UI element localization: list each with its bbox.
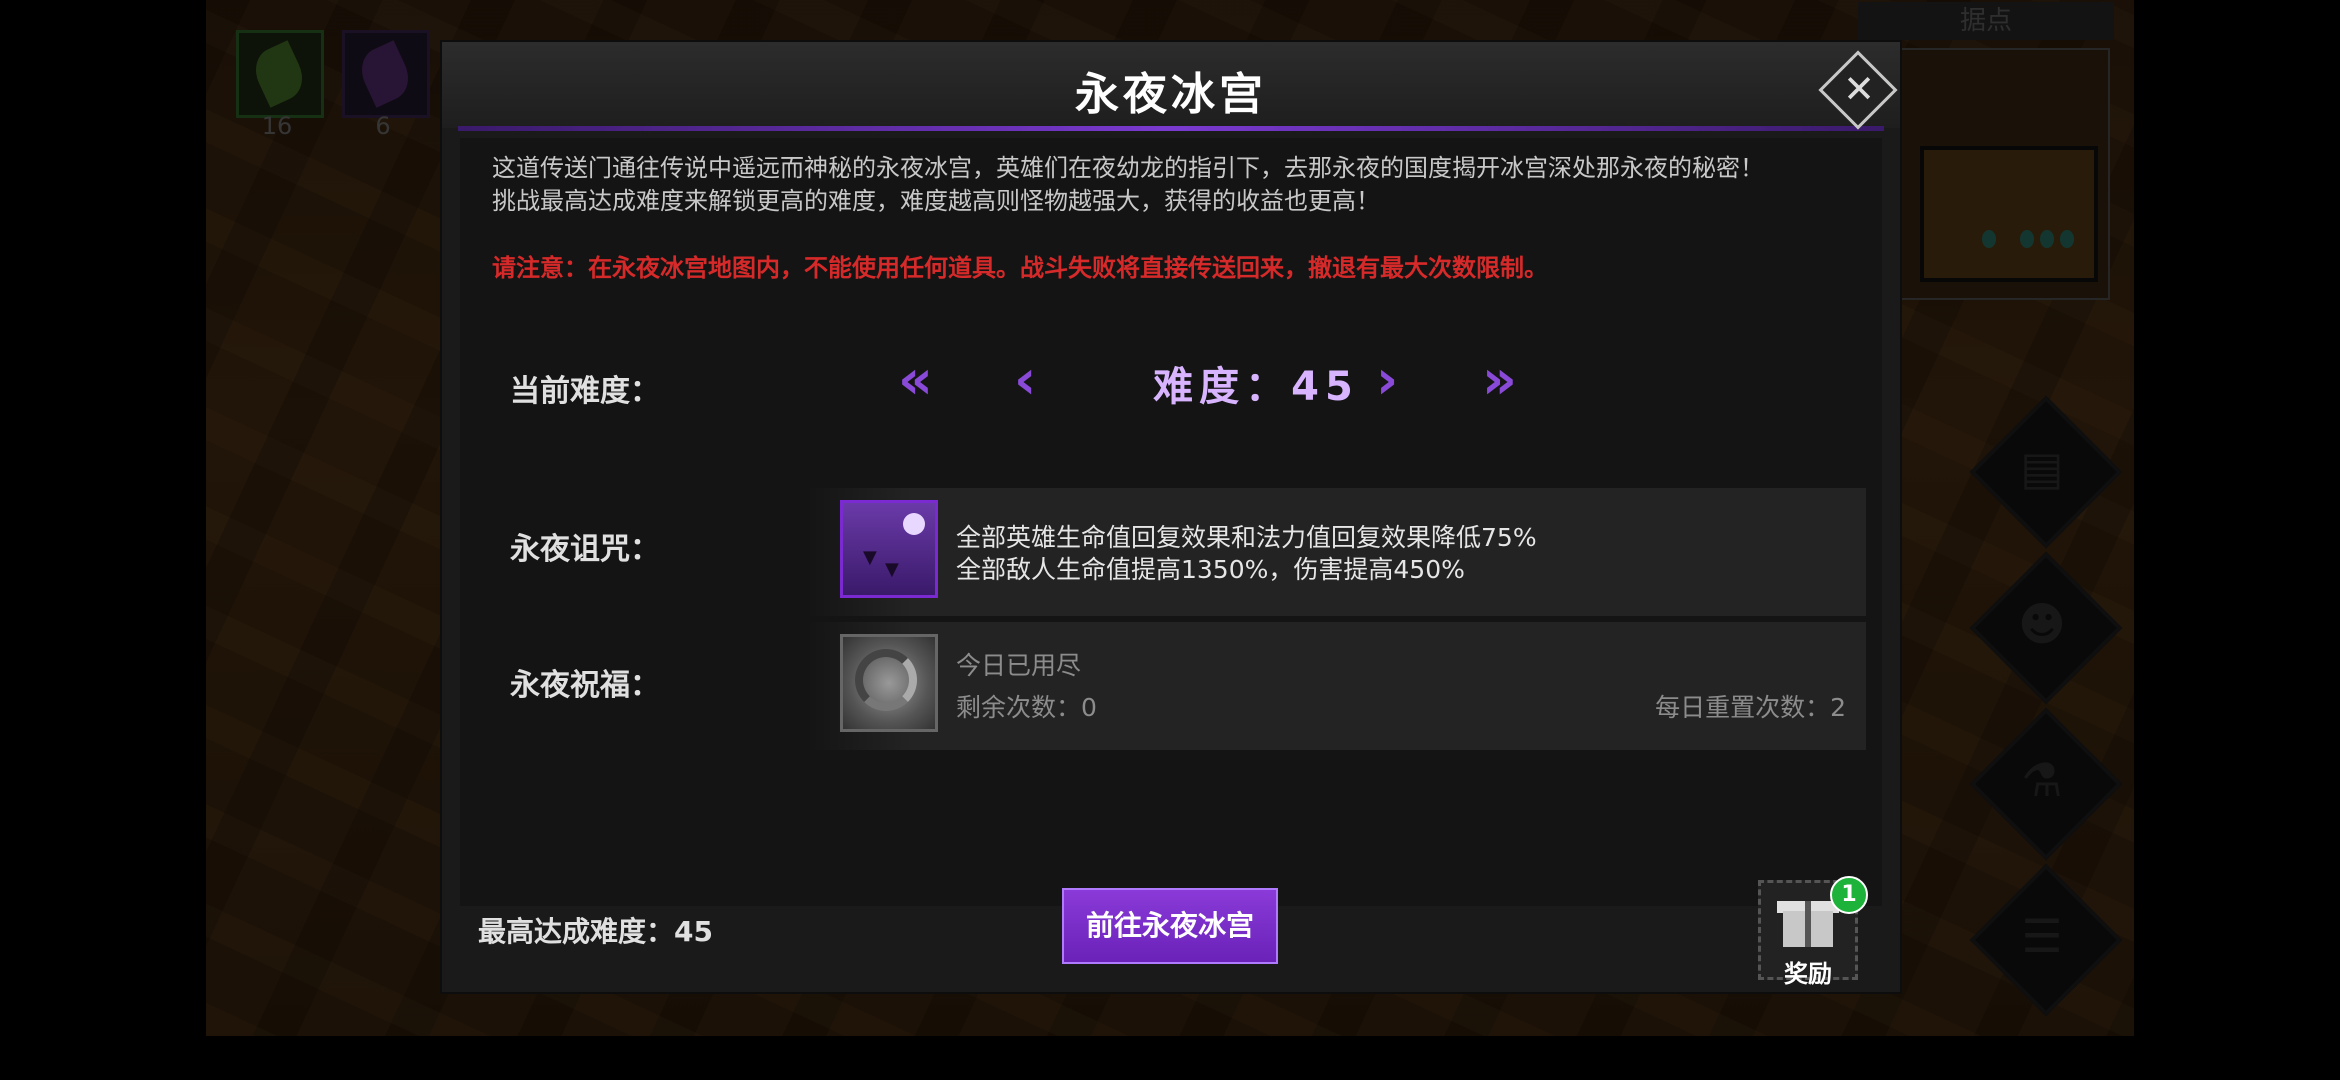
blessing-label: 永夜祝福：: [510, 668, 660, 703]
warning-text: 请注意：在永夜冰宫地图内，不能使用任何道具。战斗失败将直接传送回来，撤退有最大次…: [492, 254, 1548, 282]
curse-row: 永夜诅咒： ▼ ▼ 全部英雄生命值回复效果和法力值回复效果降低75% 全部敌人生…: [476, 488, 1866, 616]
enter-button-label: 前往永夜冰宫: [1085, 909, 1254, 942]
blessing-icon[interactable]: [840, 634, 938, 732]
close-icon[interactable]: ✕: [1834, 64, 1884, 114]
curse-effect-1: 全部英雄生命值回复效果和法力值回复效果降低75%: [956, 523, 1537, 552]
difficulty-label: 当前难度：: [510, 374, 660, 409]
bat-icon: ▼: [863, 547, 877, 568]
difficulty-last-button[interactable]: »: [1482, 348, 1517, 411]
max-difficulty: 最高达成难度：45: [478, 915, 713, 948]
difficulty-row: 当前难度： « ‹ 难度：45 › »: [476, 348, 1866, 476]
swirl-icon: [855, 649, 917, 711]
moon-icon: [903, 513, 925, 535]
ice-palace-dialog: 永夜冰宫 ✕ 这道传送门通往传说中遥远而神秘的永夜冰宫，英雄们在夜幼龙的指引下，…: [442, 42, 1900, 992]
blessing-row: 永夜祝福： 今日已用尽 剩余次数：0 每日重置次数：2: [476, 622, 1866, 754]
blessing-panel: 今日已用尽 剩余次数：0 每日重置次数：2: [806, 622, 1866, 750]
gift-ribbon: [1805, 901, 1811, 947]
curse-panel: ▼ ▼ 全部英雄生命值回复效果和法力值回复效果降低75% 全部敌人生命值提高13…: [806, 488, 1866, 616]
blessing-remaining: 剩余次数：0: [956, 693, 1097, 722]
difficulty-next-button[interactable]: ›: [1376, 348, 1398, 411]
header-divider: [458, 126, 1884, 131]
description-line: 这道传送门通往传说中遥远而神秘的永夜冰宫，英雄们在夜幼龙的指引下，去那永夜的国度…: [492, 154, 1764, 182]
description: 这道传送门通往传说中遥远而神秘的永夜冰宫，英雄们在夜幼龙的指引下，去那永夜的国度…: [492, 152, 1892, 218]
enter-ice-palace-button[interactable]: 前往永夜冰宫: [1062, 888, 1278, 964]
description-line: 挑战最高达成难度来解锁更高的难度，难度越高则怪物越强大，获得的收益也更高！: [492, 187, 1380, 215]
curse-label: 永夜诅咒：: [510, 532, 660, 567]
dialog-content: 这道传送门通往传说中遥远而神秘的永夜冰宫，英雄们在夜幼龙的指引下，去那永夜的国度…: [460, 138, 1882, 906]
difficulty-value: 难度：45: [1153, 364, 1359, 410]
blessing-daily-reset: 每日重置次数：2: [1655, 693, 1846, 722]
reward-label: 奖励: [1784, 960, 1832, 988]
curse-effect-2: 全部敌人生命值提高1350%，伤害提高450%: [956, 555, 1465, 584]
curse-icon[interactable]: ▼ ▼: [840, 500, 938, 598]
dialog-title: 永夜冰宫: [1075, 69, 1267, 120]
difficulty-first-button[interactable]: «: [898, 348, 933, 411]
bat-icon: ▼: [885, 559, 899, 580]
blessing-status: 今日已用尽: [956, 651, 1082, 680]
reward-badge: 1: [1830, 876, 1868, 914]
